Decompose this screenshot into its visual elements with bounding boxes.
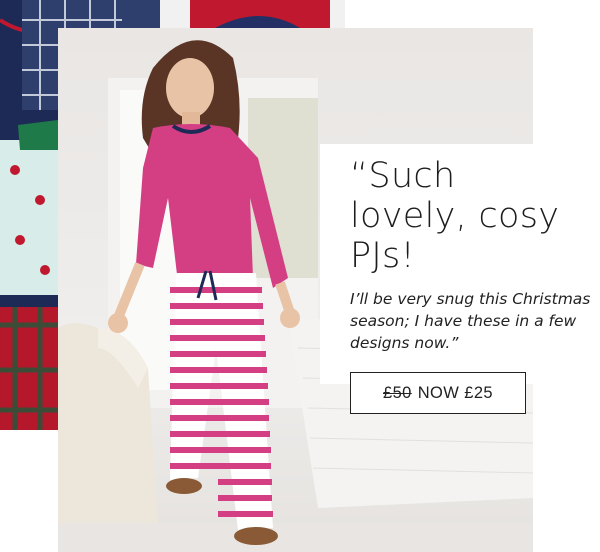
testimonial-headline: “Such lovely, cosy PJs!	[350, 156, 560, 276]
new-price: NOW £25	[417, 383, 493, 402]
old-price: £50	[383, 383, 412, 402]
testimonial-text: I’ll be very snug this Christmas season;…	[350, 290, 591, 352]
testimonial-card: “Such lovely, cosy PJs! I’ll be very snu…	[320, 144, 596, 414]
price-button[interactable]: £50 NOW £25	[350, 372, 526, 414]
